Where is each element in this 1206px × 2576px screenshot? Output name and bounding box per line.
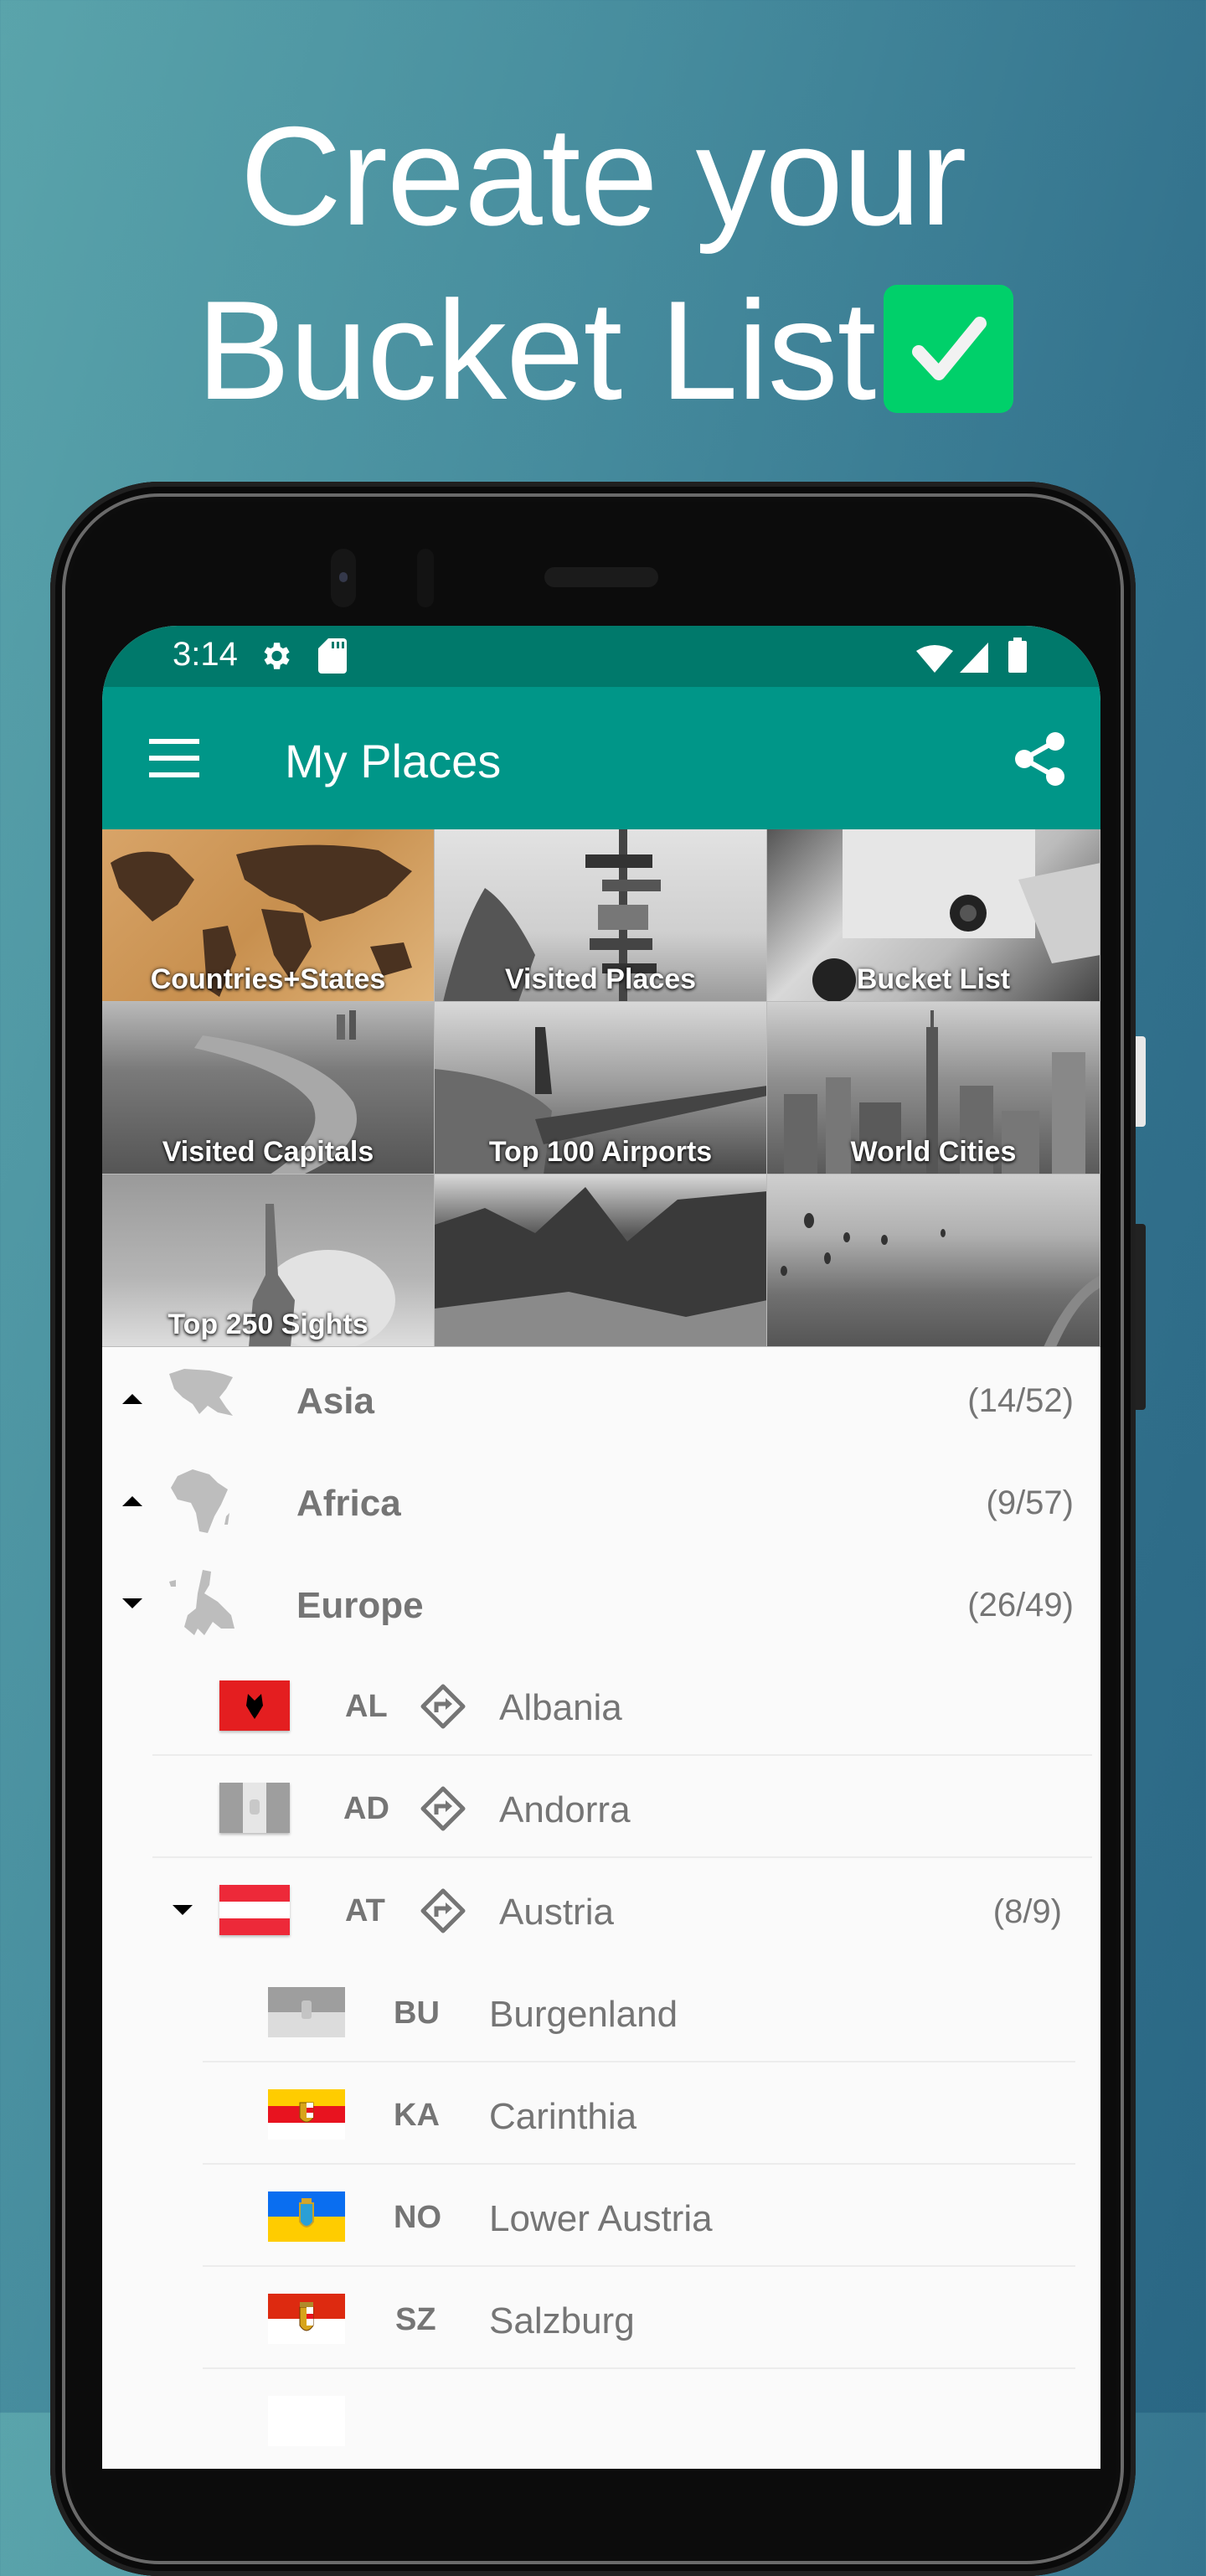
country-name: Austria [499, 1892, 614, 1933]
continent-name: Europe [296, 1585, 424, 1626]
balloons-image [781, 1213, 1100, 1346]
continent-count: (26/49) [967, 1587, 1074, 1624]
tile-label: Visited Capitals [162, 1136, 374, 1168]
state-name: Lower Austria [489, 2198, 713, 2239]
state-code: SZ [395, 2302, 436, 2337]
country-code: AD [343, 1791, 389, 1826]
country-code: AL [345, 1689, 388, 1724]
state-row-burgenland[interactable]: BU Burgenland [102, 1960, 1100, 2062]
mountain-image [435, 1187, 766, 1346]
austria-flag-icon [219, 1885, 290, 1935]
state-code: KA [394, 2098, 440, 2133]
state-flag-icon [268, 2396, 345, 2446]
hamburger-menu-icon[interactable] [149, 739, 199, 777]
tile-top-100-airports[interactable]: Top 100 Airports [435, 1002, 767, 1174]
tile-top-250-sights[interactable]: Top 250 Sights [102, 1174, 435, 1347]
power-button [1136, 1036, 1146, 1127]
promo-headline-line1: Create your [240, 97, 967, 255]
battery-icon [1008, 638, 1027, 673]
state-name: Burgenland [489, 1994, 678, 2035]
directions-icon[interactable] [420, 1888, 466, 1933]
tile-world-cities[interactable]: World Cities [767, 1002, 1100, 1174]
albania-flag-icon [219, 1680, 290, 1731]
country-row-albania[interactable]: AL Albania [102, 1654, 1100, 1756]
settings-icon [264, 643, 290, 669]
salzburg-flag-icon [268, 2294, 345, 2344]
tile-label: Top 250 Sights [168, 1309, 368, 1340]
places-list: Asia (14/52) Africa (9/57) Europe (26/49… [102, 1347, 1100, 2469]
continent-row-asia[interactable]: Asia (14/52) [102, 1347, 1100, 1449]
andorra-flag-icon [219, 1783, 290, 1833]
burgenland-flag-icon [268, 1987, 345, 2037]
expand-caret-icon[interactable] [122, 1394, 142, 1404]
directions-icon[interactable] [420, 1786, 466, 1831]
state-row-carinthia[interactable]: KA Carinthia [102, 2062, 1100, 2165]
tile-label: Top 100 Airports [488, 1136, 713, 1168]
carinthia-flag-icon [268, 2089, 345, 2140]
continent-name: Asia [296, 1381, 374, 1422]
proximity-sensor [417, 549, 434, 607]
category-grid: Countries+States Visited Places Bucket L… [102, 829, 1100, 1347]
state-name: Salzburg [489, 2300, 635, 2341]
country-name: Albania [499, 1687, 622, 1728]
tile-bucket-list[interactable]: Bucket List [767, 829, 1100, 1002]
europe-silhouette-icon [169, 1570, 234, 1635]
state-row-partial[interactable] [102, 2369, 1100, 2469]
checkbox-checked-icon [884, 285, 1013, 413]
tile-countries-states[interactable]: Countries+States [102, 829, 435, 1002]
state-code: NO [394, 2200, 441, 2235]
wifi-icon [916, 645, 953, 673]
collapse-caret-icon[interactable] [173, 1905, 193, 1915]
tile-label: Bucket List [856, 963, 1011, 995]
status-time: 3:14 [173, 636, 238, 673]
collapse-caret-icon[interactable] [122, 1598, 142, 1608]
state-name: Carinthia [489, 2096, 637, 2137]
earpiece-speaker [544, 567, 658, 587]
signal-icon [960, 643, 988, 673]
volume-button [1136, 1224, 1146, 1410]
tile-label: Visited Places [504, 963, 697, 995]
tile-visited-capitals[interactable]: Visited Capitals [102, 1002, 435, 1174]
expand-caret-icon[interactable] [122, 1496, 142, 1506]
country-name: Andorra [499, 1789, 631, 1830]
directions-icon[interactable] [420, 1684, 466, 1729]
continent-name: Africa [296, 1483, 401, 1524]
phone-screen: 3:14 My Places Countries+States Visited … [102, 626, 1100, 2469]
continent-count: (14/52) [967, 1382, 1074, 1419]
state-code: BU [394, 1995, 440, 2031]
tile-label: World Cities [850, 1136, 1017, 1168]
tile-label: Countries+States [150, 963, 386, 995]
app-title: My Places [285, 735, 502, 787]
continent-row-europe[interactable]: Europe (26/49) [102, 1551, 1100, 1654]
share-icon[interactable] [1013, 731, 1067, 787]
front-camera [331, 549, 356, 607]
country-row-andorra[interactable]: AD Andorra [102, 1756, 1100, 1858]
continent-row-africa[interactable]: Africa (9/57) [102, 1449, 1100, 1551]
country-count: (8/9) [992, 1893, 1062, 1930]
africa-silhouette-icon [171, 1469, 229, 1533]
sd-card-icon [318, 638, 347, 674]
app-bar: My Places [102, 687, 1100, 829]
lower-austria-flag-icon [268, 2191, 345, 2242]
continent-count: (9/57) [986, 1484, 1075, 1521]
tile-visited-places[interactable]: Visited Places [435, 829, 767, 1002]
asia-silhouette-icon [169, 1369, 233, 1416]
country-row-austria[interactable]: AT Austria (8/9) [102, 1858, 1100, 1960]
tile-machu-picchu[interactable] [435, 1174, 767, 1347]
state-row-lower-austria[interactable]: NO Lower Austria [102, 2165, 1100, 2267]
tile-hot-air-balloons[interactable] [767, 1174, 1100, 1347]
country-code: AT [345, 1893, 385, 1928]
state-row-salzburg[interactable]: SZ Salzburg [102, 2267, 1100, 2369]
status-bar: 3:14 [102, 626, 1100, 687]
